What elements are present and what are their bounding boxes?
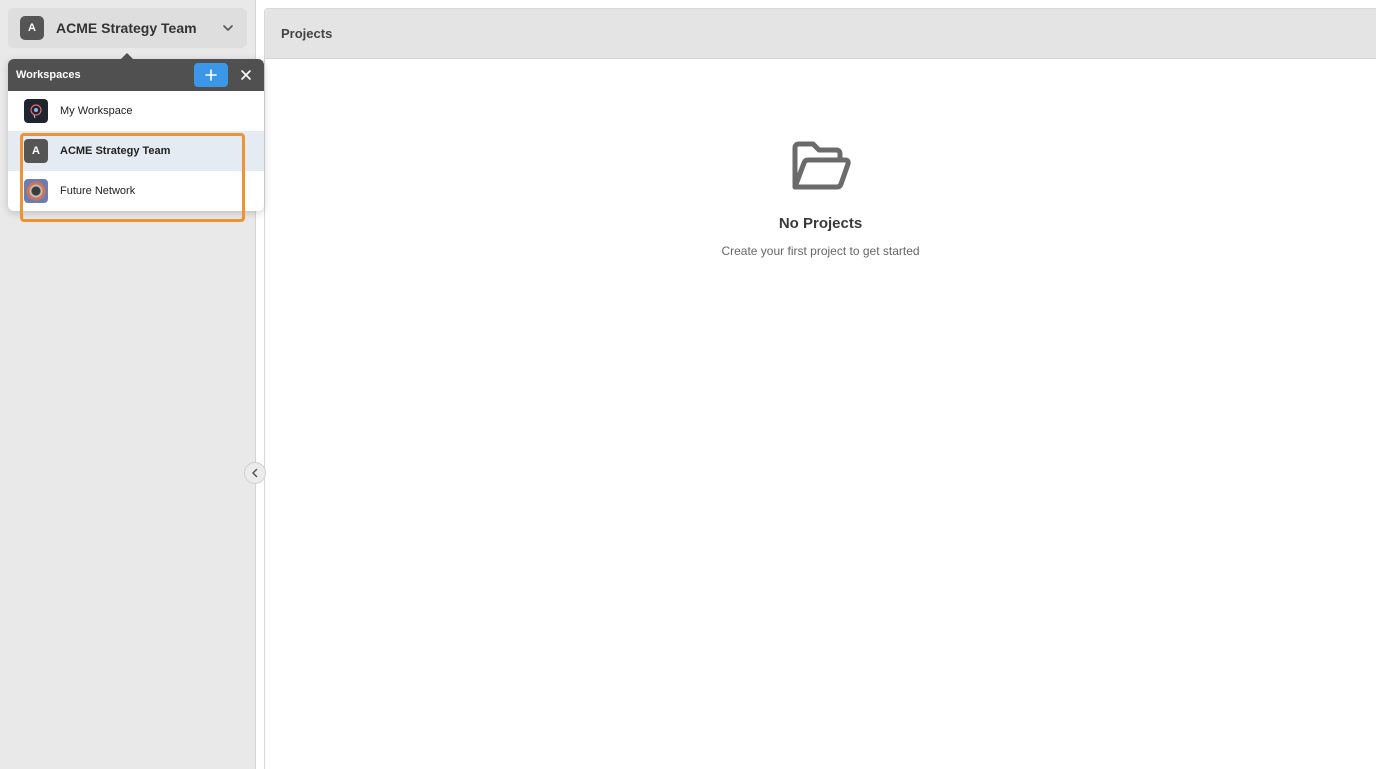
workspace-logo-icon xyxy=(24,99,48,123)
popover-caret xyxy=(120,53,134,60)
popover-header: Workspaces xyxy=(8,59,264,91)
plus-icon xyxy=(205,69,217,81)
workspace-item-my-workspace[interactable]: My Workspace xyxy=(8,91,264,131)
workspaces-popover: Workspaces My Workspace A ACME Strategy … xyxy=(8,53,264,211)
main-content: Projects No Projects Create your first p… xyxy=(264,8,1376,769)
page-title: Projects xyxy=(281,26,333,41)
workspace-item-label: ACME Strategy Team xyxy=(60,145,171,157)
workspace-item-acme-strategy-team[interactable]: A ACME Strategy Team xyxy=(8,131,264,171)
workspace-item-future-network[interactable]: Future Network xyxy=(8,171,264,211)
chevron-left-icon xyxy=(252,468,258,478)
workspace-switcher-button[interactable]: A ACME Strategy Team xyxy=(8,8,247,48)
app-window: A ACME Strategy Team Projects No Project… xyxy=(0,0,1376,769)
close-popover-button[interactable] xyxy=(228,59,264,91)
chevron-down-icon xyxy=(223,25,233,31)
add-workspace-button[interactable] xyxy=(194,63,228,87)
popover-title: Workspaces xyxy=(16,69,81,81)
empty-state-subtext: Create your first project to get started xyxy=(721,244,920,258)
workspace-avatar: A xyxy=(20,16,44,40)
network-logo-icon xyxy=(24,179,48,203)
workspace-avatar: A xyxy=(24,139,48,163)
folder-open-icon xyxy=(792,141,851,190)
current-workspace-name: ACME Strategy Team xyxy=(56,20,197,36)
workspace-item-label: My Workspace xyxy=(60,105,133,117)
collapse-sidebar-button[interactable] xyxy=(244,462,266,484)
empty-state: No Projects Create your first project to… xyxy=(265,139,1376,258)
empty-state-heading: No Projects xyxy=(778,215,863,232)
main-header: Projects xyxy=(265,9,1376,59)
workspace-item-label: Future Network xyxy=(60,185,136,197)
close-icon xyxy=(241,70,251,80)
